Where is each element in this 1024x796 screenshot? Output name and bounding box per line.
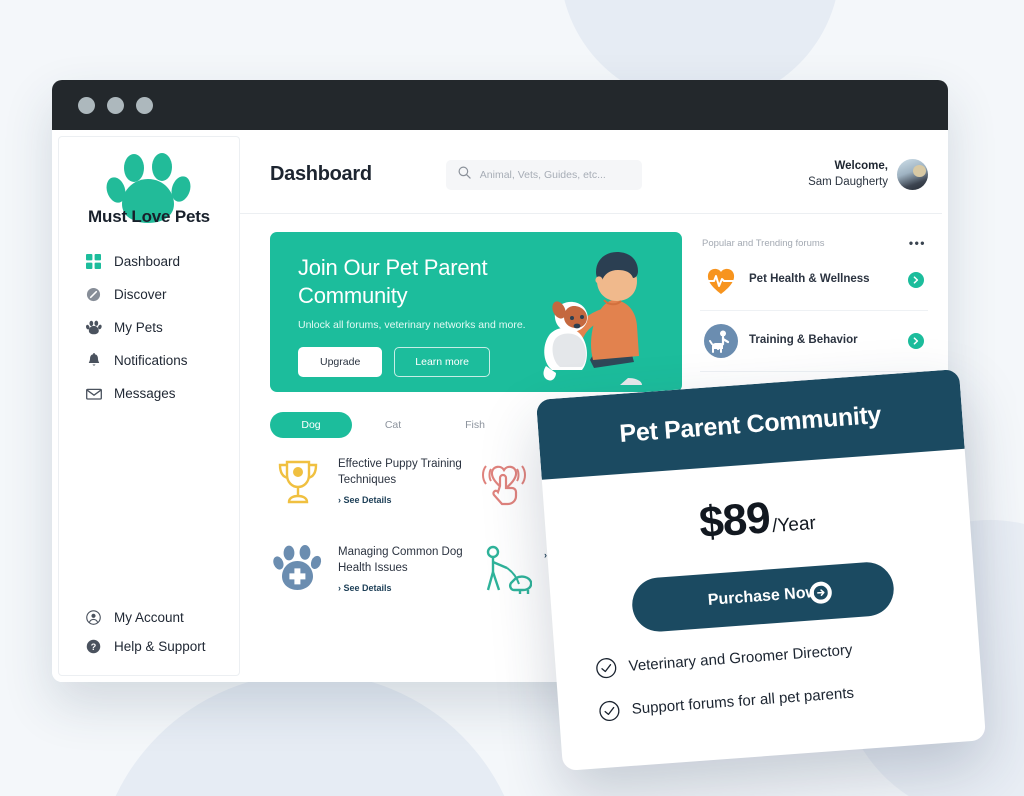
sidebar-item-label: Help & Support — [114, 639, 206, 654]
sidebar-item-notifications[interactable]: Notifications — [59, 344, 239, 377]
person-with-dog-illustration — [543, 252, 642, 385]
user-menu[interactable]: Welcome, Sam Daugherty — [808, 159, 928, 190]
close-dot[interactable] — [78, 96, 95, 114]
topic-text-block: Managing Common Dog Health Issues › See … — [338, 540, 476, 593]
search-icon — [458, 166, 471, 184]
topic-text-block: Effective Puppy Training Techniques › Se… — [338, 452, 476, 505]
price-period: /Year — [771, 512, 817, 538]
avatar[interactable] — [897, 159, 928, 190]
compass-icon — [85, 286, 102, 303]
topbar: Dashboard Animal, Vets, Guides, etc... W… — [240, 136, 942, 214]
tab-cat[interactable]: Cat — [352, 412, 434, 438]
trending-forums-header: Popular and Trending forums ••• — [700, 232, 928, 250]
pricing-feature-row: Veterinary and Groomer Directory — [555, 630, 979, 682]
dog-training-icon — [704, 324, 738, 358]
user-circle-icon — [85, 609, 102, 626]
sidebar-item-discover[interactable]: Discover — [59, 278, 239, 311]
promo-banner: Join Our Pet Parent Community Unlock all… — [270, 232, 682, 392]
sidebar-item-help-support[interactable]: ? Help & Support — [59, 632, 239, 661]
app-logo[interactable]: Must Love Pets — [59, 147, 239, 239]
purchase-now-button[interactable]: Purchase Now — [630, 560, 896, 634]
forum-name: Pet Health & Wellness — [749, 273, 870, 286]
topic-title: Managing Common Dog Health Issues — [338, 546, 463, 575]
chevron-right-circle-icon[interactable] — [908, 272, 924, 288]
app-logo-text: Must Love Pets — [88, 207, 210, 226]
heart-pulse-icon — [704, 263, 738, 297]
learn-more-button[interactable]: Learn more — [394, 347, 490, 377]
price-amount: $89 — [697, 493, 772, 548]
welcome-text: Welcome, Sam Daugherty — [808, 159, 888, 189]
user-name: Sam Daugherty — [808, 175, 888, 188]
browser-chrome-bar — [52, 80, 948, 130]
purchase-now-label: Purchase Now — [707, 583, 819, 609]
trophy-icon — [270, 452, 326, 508]
grid-icon — [85, 253, 102, 270]
forum-item-pet-health[interactable]: Pet Health & Wellness — [700, 250, 928, 311]
dog-walking-icon — [476, 540, 532, 596]
see-details-link[interactable]: › See Details — [338, 495, 476, 505]
sidebar: Must Love Pets Dashboard Discover My Pet… — [58, 136, 240, 676]
svg-text:?: ? — [91, 642, 97, 652]
price-row: $89 /Year — [544, 479, 971, 560]
ellipsis-icon[interactable]: ••• — [909, 236, 926, 250]
arrow-right-circle-icon — [809, 580, 833, 605]
forum-item-training-behavior[interactable]: Training & Behavior — [700, 311, 928, 372]
heart-hand-tap-icon — [476, 452, 532, 508]
paw-medical-cross-icon — [270, 540, 326, 594]
bell-icon — [85, 352, 102, 369]
sidebar-nav: Dashboard Discover My Pets Notifications… — [59, 245, 239, 410]
pricing-feature-row: Support forums for all pet parents — [558, 673, 982, 725]
question-circle-icon: ? — [85, 638, 102, 655]
sidebar-item-label: Messages — [114, 386, 176, 401]
topic-card-dog-health[interactable]: Managing Common Dog Health Issues › See … — [270, 540, 476, 596]
sidebar-item-label: My Pets — [114, 320, 163, 335]
upgrade-button[interactable]: Upgrade — [298, 347, 383, 377]
paw-icon — [85, 319, 102, 336]
see-details-label: See Details — [343, 494, 392, 505]
tab-dog[interactable]: Dog — [270, 412, 352, 438]
sidebar-item-dashboard[interactable]: Dashboard — [59, 245, 239, 278]
sidebar-item-my-account[interactable]: My Account — [59, 603, 239, 632]
see-details-link[interactable]: › See Details — [338, 583, 476, 593]
topic-title: Effective Puppy Training Techniques — [338, 458, 462, 487]
maximize-dot[interactable] — [136, 96, 153, 114]
sidebar-item-my-pets[interactable]: My Pets — [59, 311, 239, 344]
search-placeholder: Animal, Vets, Guides, etc... — [479, 168, 606, 181]
trending-forums-title: Popular and Trending forums — [702, 237, 825, 249]
see-details-label: See Details — [343, 582, 392, 593]
check-circle-icon — [598, 700, 620, 722]
welcome-label: Welcome, — [834, 160, 888, 173]
check-circle-icon — [595, 657, 617, 679]
background-circle-bottom — [95, 673, 525, 796]
page-title: Dashboard — [270, 163, 372, 185]
sidebar-item-label: Notifications — [114, 353, 188, 368]
pricing-card-title: Pet Parent Community — [618, 400, 882, 448]
sidebar-item-messages[interactable]: Messages — [59, 377, 239, 410]
search-input[interactable]: Animal, Vets, Guides, etc... — [445, 159, 642, 190]
pricing-feature-text: Support forums for all pet parents — [631, 684, 855, 718]
pricing-feature-text: Veterinary and Groomer Directory — [628, 641, 853, 675]
sidebar-item-label: My Account — [114, 610, 184, 625]
sidebar-item-label: Dashboard — [114, 254, 181, 269]
sidebar-item-label: Discover — [114, 287, 167, 302]
pricing-card: Pet Parent Community $89 /Year Purchase … — [535, 368, 987, 772]
tab-fish[interactable]: Fish — [434, 412, 516, 438]
topic-card-puppy-training[interactable]: Effective Puppy Training Techniques › Se… — [270, 452, 476, 508]
chevron-right-circle-icon[interactable] — [908, 333, 924, 349]
sidebar-bottom-nav: My Account ? Help & Support — [59, 603, 239, 661]
forum-name: Training & Behavior — [749, 334, 858, 347]
minimize-dot[interactable] — [107, 96, 124, 114]
envelope-icon — [85, 385, 102, 402]
